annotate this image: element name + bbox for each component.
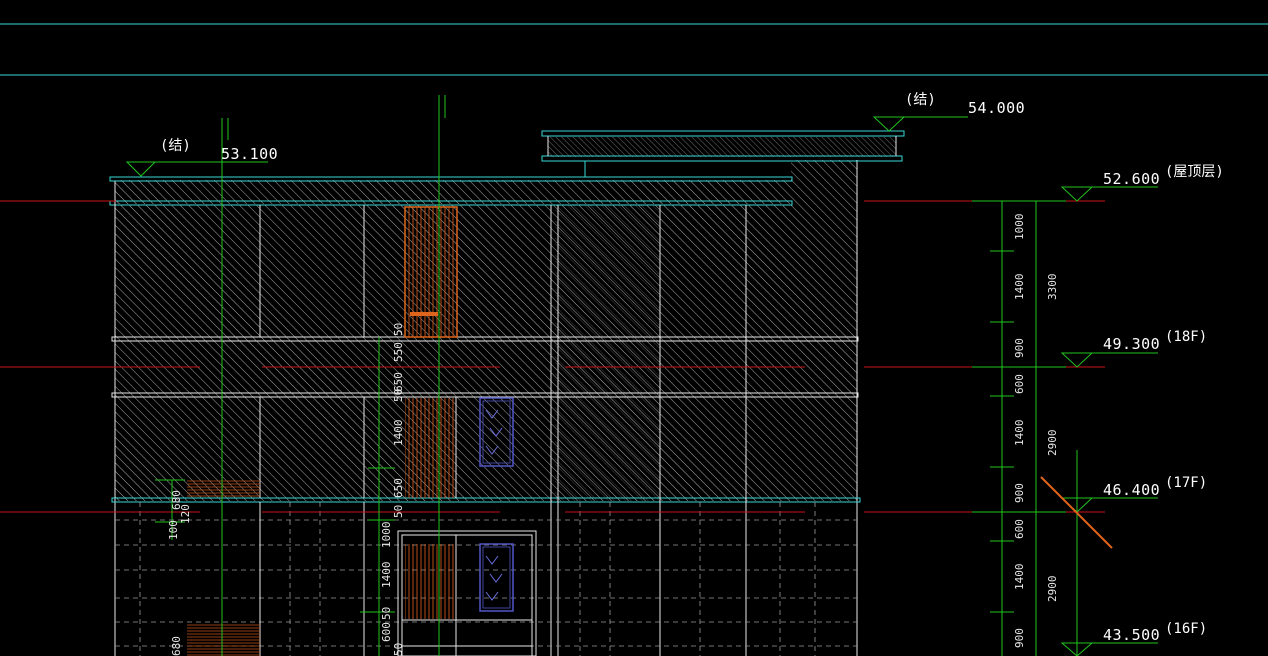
elev-top-label-2: (结) (905, 92, 936, 108)
right-dim-total-2: 2900 (1046, 430, 1059, 457)
frame-lines (0, 23, 1268, 76)
right-dim-total-1: 3300 (1046, 274, 1059, 301)
center-dim-12: 50 (392, 643, 405, 656)
right-dim-3: 900 (1013, 338, 1026, 358)
center-dim-11: 600 (380, 622, 393, 642)
center-dim-9: 1400 (380, 562, 393, 589)
left-dim-2: 120 (179, 504, 192, 524)
right-dim-6: 900 (1013, 483, 1026, 503)
right-elevation-marks (1060, 186, 1158, 656)
right-dim-7: 600 (1013, 519, 1026, 539)
elev-right-label-2: (18F) (1165, 329, 1207, 345)
center-dim-10: 50 (380, 607, 393, 620)
elev-right-label-1: (屋顶层) (1165, 164, 1224, 180)
left-dim-3: 100 (167, 520, 180, 540)
right-dim-9: 900 (1013, 628, 1026, 648)
right-dim-5: 1400 (1013, 420, 1026, 447)
center-dim-4: 50 (392, 389, 405, 402)
center-dim-5: 1400 (392, 420, 405, 447)
elev-right-value-1: 52.600 (1103, 170, 1160, 188)
elev-right-value-3: 46.400 (1103, 481, 1160, 499)
lower-window-frame (259, 502, 537, 656)
elev-right-value-4: 43.500 (1103, 626, 1160, 644)
center-dim-8: 1000 (380, 522, 393, 549)
elev-top-value-2: 54.000 (968, 99, 1025, 117)
right-dim-8: 1400 (1013, 564, 1026, 591)
right-dim-2: 1400 (1013, 274, 1026, 301)
right-dim-1: 1000 (1013, 214, 1026, 241)
facade-hatch (115, 137, 896, 501)
left-dim-4: 680 (170, 636, 183, 656)
center-dim-6: 650 (392, 478, 405, 498)
right-dim-4: 600 (1013, 374, 1026, 394)
elev-top-label-1: (结) (160, 138, 191, 154)
center-dim-1: 50 (392, 323, 405, 336)
elev-right-value-2: 49.300 (1103, 335, 1160, 353)
right-dim-total-3: 2900 (1046, 576, 1059, 603)
elev-top-value-1: 53.100 (221, 145, 278, 163)
cad-elevation-drawing[interactable]: (结) 53.100 (结) 54.000 52.600 (屋顶层) 49.30… (0, 0, 1268, 656)
elev-right-label-4: (16F) (1165, 621, 1207, 637)
center-dim-7: 50 (392, 505, 405, 518)
center-dim-2: 550 (392, 342, 405, 362)
elev-right-label-3: (17F) (1165, 475, 1207, 491)
